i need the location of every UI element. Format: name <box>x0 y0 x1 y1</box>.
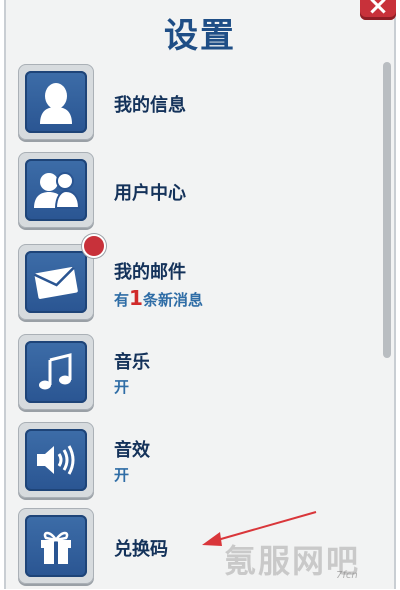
menu-item-label: 用户中心 <box>114 183 186 204</box>
scrollbar-thumb[interactable] <box>383 62 391 358</box>
mail-status: 有1条新消息 <box>114 286 203 310</box>
watermark: 氪服网吧 <box>224 542 361 580</box>
icon-tile[interactable] <box>18 508 94 584</box>
menu-item-label: 音乐 <box>114 352 150 373</box>
speaker-icon <box>37 445 75 475</box>
menu-item-label: 音效 <box>114 440 150 461</box>
menu-item-user-center[interactable]: 用户中心 <box>18 152 358 234</box>
icon-tile[interactable] <box>18 244 94 320</box>
users-icon <box>34 172 80 209</box>
menu-item-label: 我的信息 <box>114 95 186 116</box>
sound-toggle[interactable] <box>18 422 94 498</box>
menu-item-label: 我的邮件 <box>114 262 186 283</box>
menu-item-label: 兑换码 <box>114 539 168 560</box>
menu-item-music[interactable]: 音乐 开 <box>18 334 358 416</box>
music-note-icon <box>39 353 72 390</box>
music-toggle[interactable] <box>18 334 94 410</box>
icon-tile[interactable] <box>18 64 94 140</box>
notification-badge <box>82 234 106 258</box>
menu-item-my-mail[interactable]: 我的邮件 有1条新消息 <box>18 234 358 326</box>
unread-count: 1 <box>129 286 143 310</box>
icon-tile[interactable] <box>18 152 94 228</box>
watermark-sub: 7fcn <box>336 570 358 581</box>
menu-item-sound-effects[interactable]: 音效 开 <box>18 422 358 504</box>
mail-icon <box>33 266 78 299</box>
close-button[interactable]: × <box>360 0 396 21</box>
scrollbar[interactable] <box>383 62 391 582</box>
sound-status: 开 <box>114 466 130 484</box>
page-title: 设置 <box>164 16 236 56</box>
menu-item-my-info[interactable]: 我的信息 <box>18 64 358 146</box>
music-status: 开 <box>114 378 130 396</box>
close-icon: × <box>367 0 389 21</box>
user-profile-icon <box>40 83 72 124</box>
gift-icon <box>41 531 71 564</box>
